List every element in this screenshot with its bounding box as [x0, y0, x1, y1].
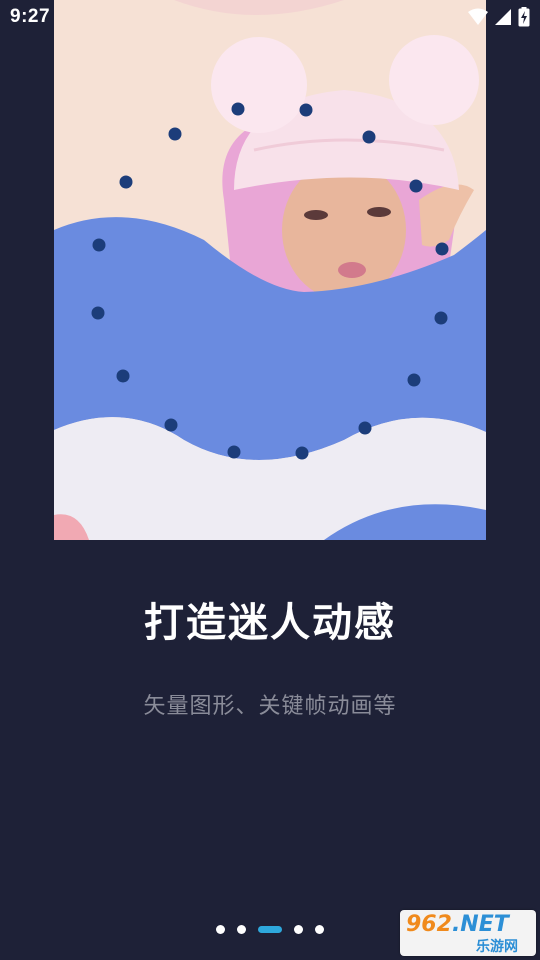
page-dot-1[interactable] [216, 924, 225, 934]
watermark-logo: 962.NET 乐游网 [400, 910, 536, 956]
status-bar: 9:27 [0, 0, 540, 34]
wifi-icon [468, 8, 488, 26]
status-icons [468, 7, 530, 27]
watermark-digits: 962 [406, 912, 452, 937]
page-dot-5[interactable] [315, 924, 324, 934]
status-time: 9:27 [10, 6, 51, 27]
cell-signal-icon [494, 8, 512, 26]
hero-illustration [54, 0, 486, 540]
onboarding-title: 打造迷人动感 [144, 600, 396, 646]
page-dot-4[interactable] [294, 924, 303, 934]
onboarding-subtitle: 矢量图形、关键帧动画等 [143, 694, 397, 719]
page-dot-3-active[interactable] [258, 925, 282, 933]
battery-charging-icon [518, 7, 530, 27]
page-dot-2[interactable] [237, 924, 246, 934]
watermark-suffix: .NET [451, 912, 509, 937]
watermark-brand: 962.NET [406, 912, 509, 937]
watermark-cn: 乐游网 [476, 939, 518, 955]
